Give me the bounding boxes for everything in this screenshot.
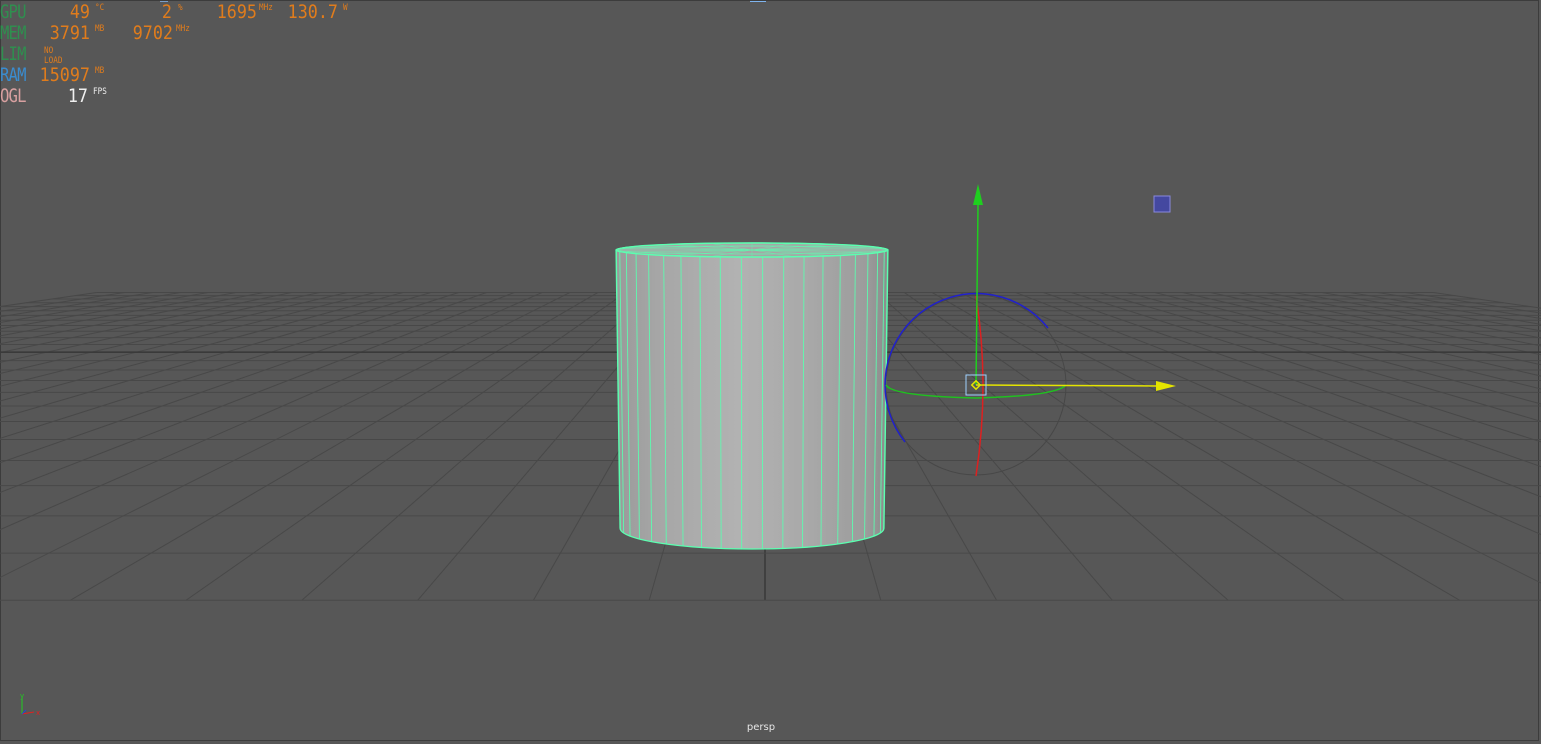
grid-line	[0, 291, 431, 419]
camera-name-label: persp	[746, 722, 776, 733]
grid-line	[0, 291, 487, 464]
grid-line	[1377, 291, 1541, 319]
grid-line	[987, 292, 1541, 536]
cylinder-mesh	[615, 242, 889, 550]
mem-label: MEM	[0, 22, 27, 44]
grid-line	[1126, 291, 1541, 405]
ram-used: 15097	[39, 64, 90, 86]
viewport-persp[interactable]: GPU 49 °C 2 % 1695 MHz 130.7 W MEM 3791 …	[0, 0, 1541, 744]
gpu-power-unit: W	[343, 3, 348, 13]
gpu-label: GPU	[0, 1, 27, 23]
mem-used-unit: MB	[95, 24, 105, 34]
universal-manipulator	[884, 184, 1176, 477]
grid-line	[1433, 291, 1541, 309]
grid-line	[0, 291, 404, 402]
gpu-load-unit: %	[178, 3, 183, 13]
grid-line	[0, 291, 348, 375]
grid-line	[1182, 291, 1541, 377]
grid-line	[1238, 291, 1541, 356]
manip-translate-y-axis	[975, 204, 979, 386]
mem-used: 3791	[49, 22, 90, 44]
grid-line	[1071, 291, 1541, 443]
grid-line	[1210, 291, 1541, 366]
ram-used-unit: MB	[95, 66, 105, 76]
ogl-fps-unit: FPS	[93, 87, 107, 97]
gpu-clock-unit: MHz	[259, 3, 273, 13]
grid-line	[0, 291, 376, 387]
manip-translate-x-arrow	[1156, 381, 1176, 391]
grid-line	[0, 291, 264, 345]
scene-canvas[interactable]	[0, 0, 1541, 744]
manip-translate-y-arrow	[973, 184, 983, 205]
gpu-temp: 49	[69, 1, 90, 23]
grid-line	[1043, 291, 1541, 468]
gpu-power: 130.7	[287, 1, 338, 23]
ogl-label: OGL	[0, 85, 27, 107]
ogl-fps: 17	[67, 85, 88, 107]
grid-line	[0, 291, 153, 318]
mem-clock: 9702	[132, 22, 173, 44]
cylinder-body	[615, 242, 889, 550]
grid-line	[0, 292, 571, 579]
grid-line	[0, 291, 125, 312]
grid-line	[1099, 291, 1541, 422]
manip-translate-x-axis	[975, 384, 1157, 387]
gpu-temp-unit: °C	[95, 3, 105, 13]
ram-label: RAM	[0, 64, 27, 86]
hud-stats: GPU 49 °C 2 % 1695 MHz 130.7 W MEM 3791 …	[0, 0, 360, 110]
grid-line	[1405, 291, 1541, 314]
manip-rotate-z-ring	[884, 292, 1049, 443]
gpu-clock: 1695	[216, 1, 257, 23]
grid-line	[1266, 291, 1541, 347]
lim-label: LIM	[0, 43, 27, 65]
axis-y-label: y	[20, 692, 24, 700]
grid-line	[0, 291, 292, 354]
grid-line	[959, 292, 1541, 584]
grid-line	[1321, 291, 1541, 332]
gpu-load: 2	[161, 1, 172, 23]
mem-clock-unit: MHz	[176, 24, 190, 34]
lim-status: NO LOAD	[44, 46, 63, 66]
grid-line	[0, 291, 209, 330]
axis-x-label: x	[36, 709, 40, 717]
light-gizmo	[1153, 195, 1171, 213]
axis-indicator: y x	[20, 692, 40, 717]
